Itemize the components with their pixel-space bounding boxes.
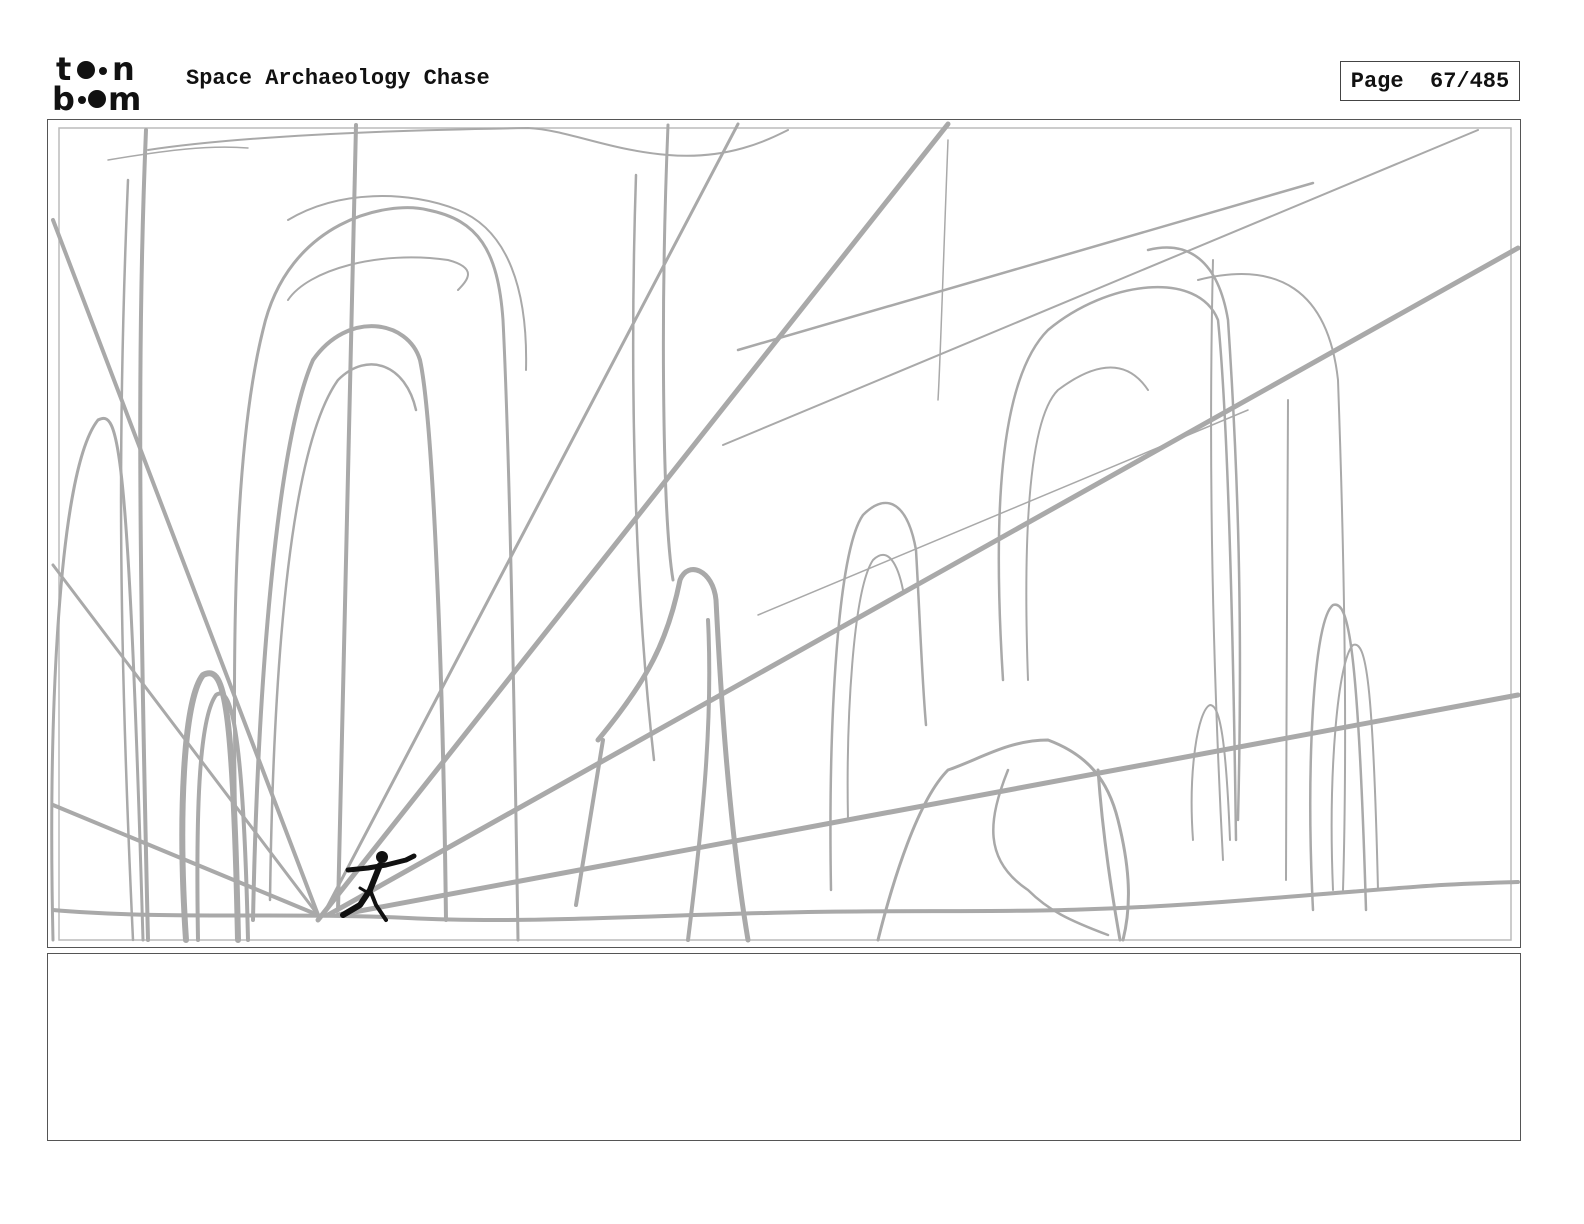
page-indicator: Page 67/485 xyxy=(1340,61,1520,101)
pillar-arch xyxy=(1025,366,1149,681)
svg-text:b: b xyxy=(52,80,75,114)
panel-sketch xyxy=(50,121,1520,943)
pillar-arch xyxy=(574,738,605,907)
svg-text:m: m xyxy=(108,80,141,114)
perspective-line xyxy=(722,129,1479,446)
pillar-arch xyxy=(1190,704,1231,841)
pillar-arch xyxy=(1309,603,1368,912)
storyboard-panel xyxy=(47,119,1521,948)
ground-line xyxy=(51,880,1520,923)
perspective-line xyxy=(736,181,1315,352)
vertical-stroke xyxy=(937,139,949,401)
pillar-arch xyxy=(1146,246,1242,822)
page-label: Page xyxy=(1350,68,1404,94)
page-number: 67/485 xyxy=(1430,68,1510,94)
vertical-stroke xyxy=(138,128,150,942)
pillar-arch xyxy=(595,567,751,943)
pillar-arch xyxy=(287,195,528,371)
pillar-arch xyxy=(287,256,469,301)
perspective-line xyxy=(757,409,1249,616)
sketch-scribble xyxy=(147,127,789,157)
vertical-stroke xyxy=(631,173,656,762)
perspective-line xyxy=(325,245,1520,918)
pillar-arch xyxy=(195,691,250,942)
vertical-stroke xyxy=(1285,399,1289,881)
project-title: Space Archaeology Chase xyxy=(186,66,490,91)
pillar-arch xyxy=(997,285,1238,842)
perspective-line xyxy=(321,122,740,917)
panel-notes-box[interactable] xyxy=(47,953,1521,1141)
pillar-arch xyxy=(686,618,712,942)
toonboom-logo: t n b m xyxy=(52,52,141,114)
sketch-scribble xyxy=(107,146,249,161)
vertical-stroke xyxy=(336,123,358,912)
vertical-stroke xyxy=(661,123,675,582)
